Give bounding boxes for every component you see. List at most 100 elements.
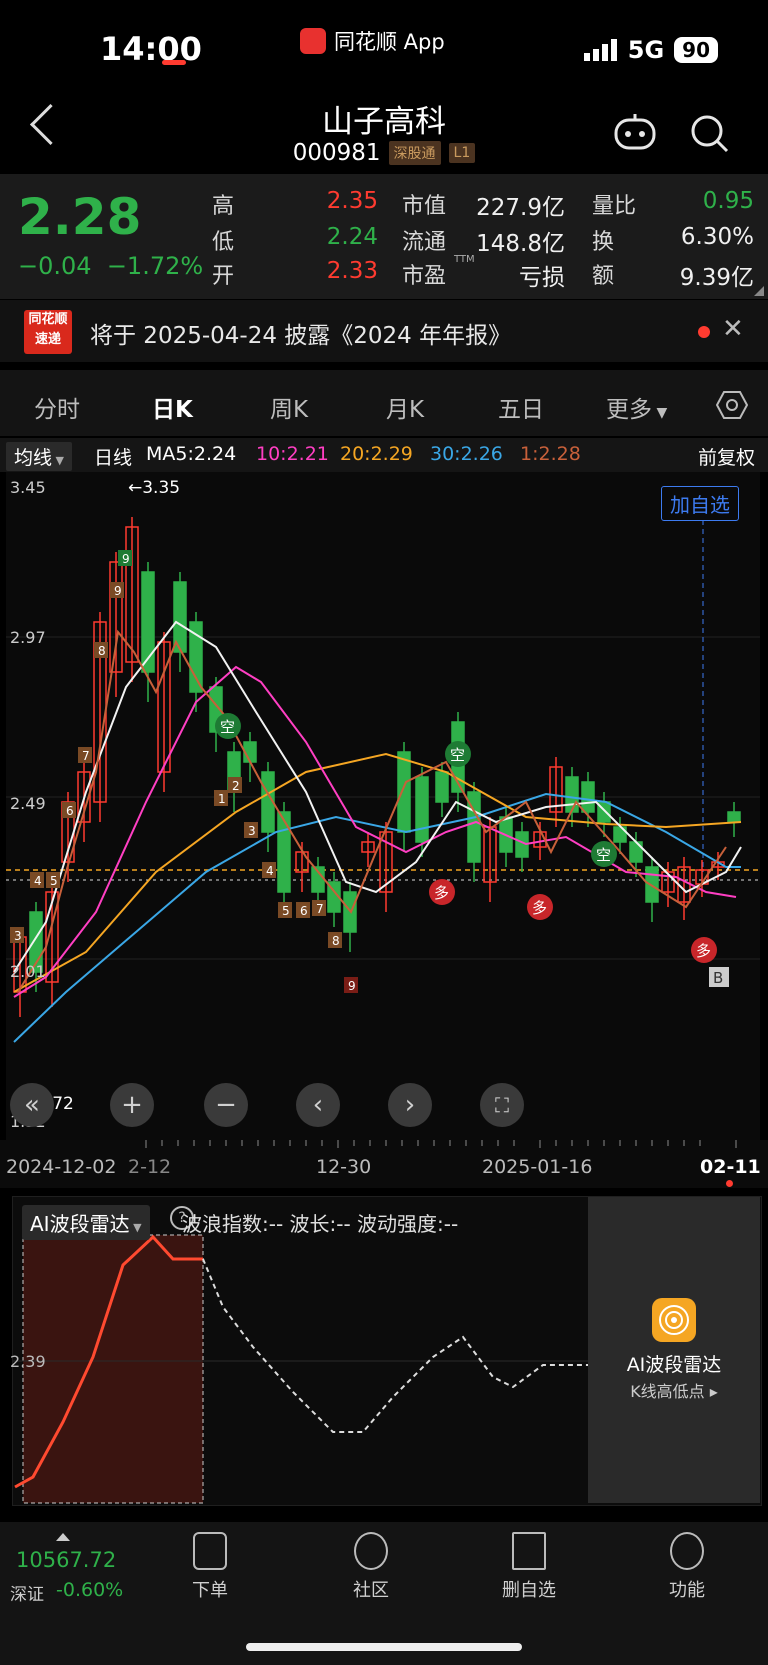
date-ticks — [145, 1140, 737, 1148]
turnover-value: 6.30% — [680, 224, 754, 250]
community-button[interactable]: 社区 — [326, 1532, 416, 1602]
candle-body — [645, 866, 659, 903]
ai-card-title: AI波段雷达 — [626, 1354, 722, 1376]
tag-level: L1 — [448, 143, 476, 163]
candle-body — [727, 811, 741, 823]
tab-weekly-k[interactable]: 周K — [270, 390, 308, 424]
chevron-left-icon[interactable]: ‹ — [296, 1083, 340, 1127]
remove-favorite-label: 删自选 — [502, 1580, 556, 1601]
wave-count-text: 9 — [114, 584, 122, 598]
open-label: 开 — [212, 264, 235, 289]
change-percent: −1.72% — [106, 252, 204, 280]
status-app-name: 同花顺 App — [334, 30, 445, 54]
close-icon[interactable]: ✕ — [722, 314, 744, 344]
news-logo-line1: 同花顺 — [28, 312, 68, 327]
remove-favorite-icon — [512, 1532, 546, 1570]
ma1-value: 1:2.28 — [520, 443, 581, 465]
wave-count-text: 4 — [34, 874, 42, 888]
tab-more-label: 更多 — [606, 397, 652, 423]
mktcap-value: 227.9亿 — [476, 195, 565, 221]
turnover-label: 换 — [592, 230, 615, 255]
tab-five-day[interactable]: 五日 — [498, 390, 544, 424]
functions-label: 功能 — [669, 1580, 705, 1601]
b-marker-text: B — [713, 969, 723, 987]
tab-daily-k[interactable]: 日K — [152, 390, 193, 424]
add-favorite-button[interactable]: 加自选 — [661, 486, 739, 521]
ma30-line — [13, 792, 741, 1043]
active-tab-indicator — [162, 60, 186, 65]
index-value[interactable]: 10567.72 — [16, 1548, 116, 1572]
robot-icon[interactable] — [612, 112, 658, 152]
order-icon — [193, 1532, 227, 1570]
chevron-down-icon: ▼ — [652, 405, 668, 421]
functions-button[interactable]: 功能 — [642, 1532, 732, 1602]
zoom-in-icon[interactable]: + — [110, 1083, 154, 1127]
wave-count-text: 4 — [266, 864, 274, 878]
app-icon — [300, 28, 326, 54]
wave-count-text: 8 — [98, 644, 106, 658]
price-label-top: 3.45 — [10, 478, 46, 497]
radar-icon — [652, 1298, 696, 1342]
high-label: 高 — [212, 194, 235, 219]
date-label-3: 12-30 — [316, 1156, 372, 1178]
stock-code: 000981 — [292, 140, 381, 166]
candle-body — [435, 771, 449, 803]
news-logo: 同花顺 速递 — [24, 310, 72, 354]
last-price: 2.28 — [18, 188, 142, 246]
pe-label: 市盈 — [402, 264, 447, 289]
quote-panel[interactable]: 2.28 −0.04 −1.72% 高 低 开 2.35 2.24 2.33 市… — [0, 174, 768, 299]
signal-text: 多 — [696, 942, 711, 960]
wave-count-text: 7 — [82, 749, 90, 763]
signal-text: 多 — [434, 884, 449, 902]
ai-dropdown[interactable]: AI波段雷达 ▼ — [22, 1205, 150, 1240]
battery-icon: 90 — [674, 37, 718, 63]
ai-stats: 波浪指数:-- 波长:-- 波动强度:-- — [182, 1212, 459, 1236]
zoom-out-icon[interactable]: − — [204, 1083, 248, 1127]
tab-intraday[interactable]: 分时 — [34, 390, 80, 424]
ai-card-subtitle: K线高低点 ▸ — [630, 1382, 718, 1401]
tab-monthly-k[interactable]: 月K — [386, 390, 424, 424]
ma-dropdown[interactable]: 均线 ▼ — [6, 442, 72, 471]
float-label: 流通 — [402, 230, 447, 255]
order-button[interactable]: 下单 — [165, 1532, 255, 1602]
signal-text: 空 — [596, 846, 611, 864]
settings-hex-icon[interactable] — [716, 390, 748, 420]
mktcap-label: 市值 — [402, 194, 447, 219]
index-name: 深证 — [10, 1585, 44, 1605]
candle-body — [581, 781, 595, 813]
fullscreen-icon[interactable]: ⛶ — [480, 1083, 524, 1127]
chevron-right-icon[interactable]: › — [388, 1083, 432, 1127]
search-icon[interactable] — [690, 114, 730, 154]
status-app-indicator[interactable]: 同花顺 App — [300, 26, 445, 56]
high-value: 2.35 — [326, 188, 378, 214]
remove-favorite-button[interactable]: 删自选 — [484, 1532, 574, 1602]
vr-label: 量比 — [592, 194, 637, 219]
notice-bar[interactable]: 同花顺 速递 将于 2025-04-24 披露《2024 年年报》 — [0, 300, 768, 362]
ma20-value: 20:2.29 — [340, 443, 413, 465]
network-label: 5G — [627, 36, 665, 64]
unread-dot-icon — [698, 326, 710, 338]
menu-icon — [670, 1532, 704, 1570]
today-dot-icon — [726, 1180, 733, 1187]
wave-count-text: 1 — [218, 792, 226, 806]
chevron-down-icon: ▼ — [52, 454, 64, 467]
signal-text: 空 — [220, 718, 235, 736]
status-time: 14:00 — [100, 30, 202, 68]
wave-count-text: 2 — [232, 779, 240, 793]
low-label: 低 — [212, 230, 235, 255]
index-change: -0.60% — [56, 1579, 124, 1601]
price-label-2: 2.97 — [10, 628, 46, 647]
home-indicator — [246, 1643, 522, 1651]
change-value: −0.04 — [18, 252, 92, 280]
ai-wave-dashed — [202, 1258, 589, 1433]
adjust-mode[interactable]: 前复权 — [698, 443, 755, 470]
wave-count-text: 8 — [332, 934, 340, 948]
kline-chart[interactable]: 34567899123456789 空空空多多多B — [6, 472, 760, 1142]
wave-count-text: 9 — [122, 552, 130, 566]
rewind-icon[interactable]: « — [10, 1083, 54, 1127]
tab-more[interactable]: 更多 ▼ — [606, 390, 667, 424]
expand-corner-icon[interactable] — [754, 286, 764, 296]
order-label: 下单 — [192, 1580, 228, 1601]
date-label-2: 2-12 — [128, 1156, 172, 1178]
ma30-value: 30:2.26 — [430, 443, 503, 465]
